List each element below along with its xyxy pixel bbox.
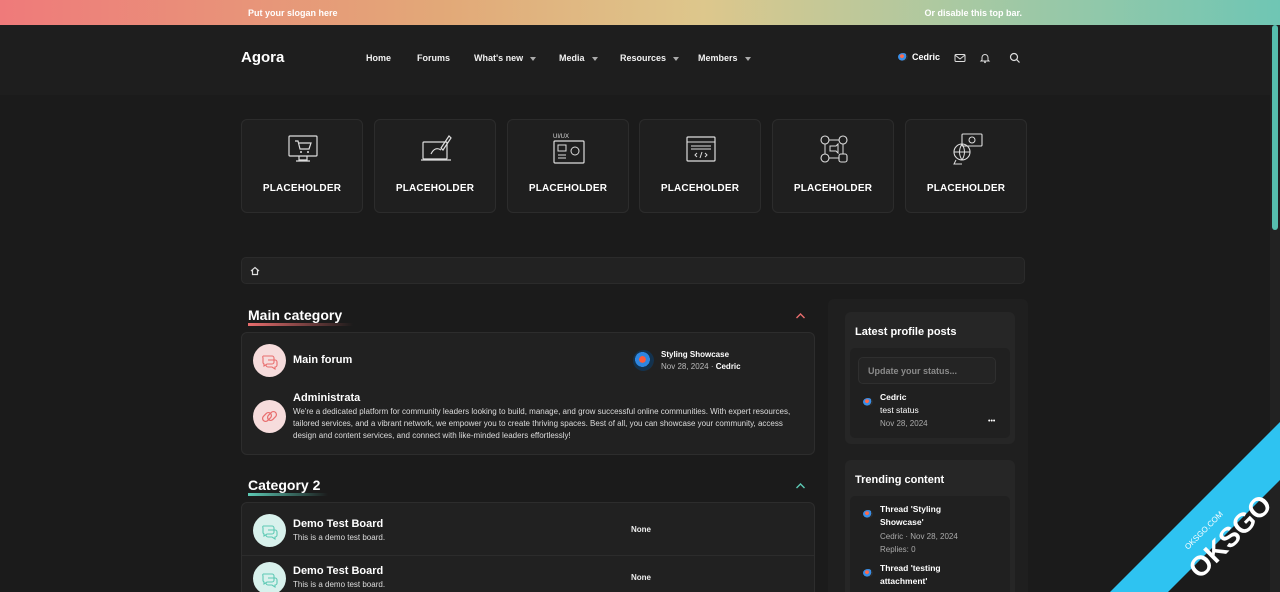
placeholder-tile-2[interactable]: PLACEHOLDER [374, 119, 496, 213]
placeholder-tile-4[interactable]: PLACEHOLDER [639, 119, 761, 213]
nav-whats-new[interactable]: What's new [474, 53, 537, 63]
nav-forums[interactable]: Forums [417, 53, 450, 63]
tile-label: PLACEHOLDER [262, 183, 342, 194]
avatar[interactable] [863, 569, 873, 577]
block-title[interactable]: Latest profile posts [855, 326, 956, 338]
profile-post-date: Nov 28, 2024 [880, 419, 928, 428]
breadcrumb [241, 257, 1025, 284]
forum-title[interactable]: Main forum [293, 354, 352, 366]
tile-label: PLACEHOLDER [793, 183, 873, 194]
money-globe-icon [953, 133, 983, 165]
scrollbar-thumb[interactable] [1272, 25, 1278, 230]
bell-icon[interactable] [979, 52, 991, 64]
chevron-down-icon [591, 56, 598, 61]
forum-title[interactable]: Administrata [293, 392, 360, 404]
avatar[interactable] [863, 398, 873, 406]
forum-description: We're a dedicated platform for community… [293, 407, 791, 440]
tile-label: PLACEHOLDER [395, 183, 475, 194]
tile-label: PLACEHOLDER [660, 183, 740, 194]
last-post-thread[interactable]: Styling Showcase [661, 350, 729, 359]
forum-icon [253, 344, 286, 377]
category-underline [248, 493, 328, 496]
trending-replies: Replies: 0 [880, 545, 916, 554]
disable-topbar-text: Or disable this top bar. [924, 8, 1022, 18]
row-divider [242, 555, 814, 556]
forum-icon [253, 562, 286, 592]
forum-description: This is a demo test board. [293, 533, 386, 542]
avatar[interactable] [863, 510, 873, 518]
last-post-user[interactable]: Cedric [716, 362, 741, 371]
link-icon [261, 410, 278, 423]
status-input[interactable]: Update your status... [858, 357, 996, 384]
design-tablet-icon [421, 135, 452, 161]
nav-resources[interactable]: Resources [620, 53, 680, 63]
chevron-up-icon[interactable] [795, 482, 806, 490]
chevron-down-icon [744, 56, 751, 61]
forum-description: This is a demo test board. [293, 580, 386, 589]
shopping-cart-monitor-icon [288, 135, 318, 162]
chevron-down-icon [673, 56, 680, 61]
slogan: Put your slogan here [248, 8, 338, 18]
placeholder-tile-1[interactable]: PLACEHOLDER [241, 119, 363, 213]
search-icon[interactable] [1009, 52, 1021, 64]
avatar[interactable] [633, 350, 654, 371]
nav-members[interactable]: Members [698, 53, 751, 63]
watermark-badge: OKSGO OKSGO.COM [1110, 422, 1280, 592]
forum-icon [253, 514, 286, 547]
forum-title[interactable]: Demo Test Board [293, 518, 383, 530]
profile-post-user[interactable]: Cedric [880, 391, 906, 404]
chevron-down-icon [530, 56, 537, 61]
block-title[interactable]: Trending content [855, 474, 944, 486]
trending-thread-title[interactable]: Thread 'Styling Showcase' [880, 503, 941, 529]
category-panel-2: Demo Test Board This is a demo test boar… [241, 502, 815, 592]
forum-title[interactable]: Demo Test Board [293, 565, 383, 577]
web-code-icon [686, 136, 716, 162]
top-bar: Put your slogan here Or disable this top… [0, 0, 1280, 25]
ui-ux-icon-text: UI/UX [553, 134, 569, 140]
trending-thread-title[interactable]: Thread 'testing attachment' [880, 562, 941, 588]
category-title-2[interactable]: Category 2 [248, 477, 328, 496]
placeholder-tile-5[interactable]: PLACEHOLDER [772, 119, 894, 213]
nav-media[interactable]: Media [559, 53, 598, 63]
avatar [898, 53, 908, 61]
placeholder-tile-6[interactable]: PLACEHOLDER [905, 119, 1027, 213]
link-forum-icon [253, 400, 286, 433]
home-icon[interactable] [250, 266, 260, 276]
trending-meta: Cedric · Nov 28, 2024 [880, 532, 958, 541]
last-post-meta: Nov 28, 2024 · Cedric [661, 362, 741, 371]
last-post-none: None [631, 573, 651, 582]
tile-label: PLACEHOLDER [926, 183, 1006, 194]
envelope-icon[interactable] [954, 52, 966, 64]
nav-home[interactable]: Home [366, 53, 391, 63]
chevron-up-icon[interactable] [795, 312, 806, 320]
tile-label: PLACEHOLDER [528, 183, 608, 194]
profile-post-text: test status [880, 405, 919, 415]
main-nav: Agora Home Forums What's new Media Resou… [0, 25, 1280, 95]
social-media-icon [820, 135, 848, 163]
site-logo[interactable]: Agora [241, 49, 284, 66]
category-title-main[interactable]: Main category [248, 307, 353, 326]
chat-bubbles-icon [262, 355, 278, 371]
last-post-none: None [631, 525, 651, 534]
category-panel-main: Main forum Styling Showcase Nov 28, 2024… [241, 332, 815, 455]
category-underline [248, 323, 353, 326]
chat-bubbles-icon [262, 525, 278, 541]
chat-bubbles-icon [262, 573, 278, 589]
more-options-icon[interactable]: ••• [988, 418, 995, 425]
username: Cedric [912, 52, 941, 62]
user-menu[interactable]: Cedric [898, 52, 940, 62]
ui-ux-icon: UI/UX [553, 134, 585, 164]
placeholder-tile-3[interactable]: UI/UX PLACEHOLDER [507, 119, 629, 213]
